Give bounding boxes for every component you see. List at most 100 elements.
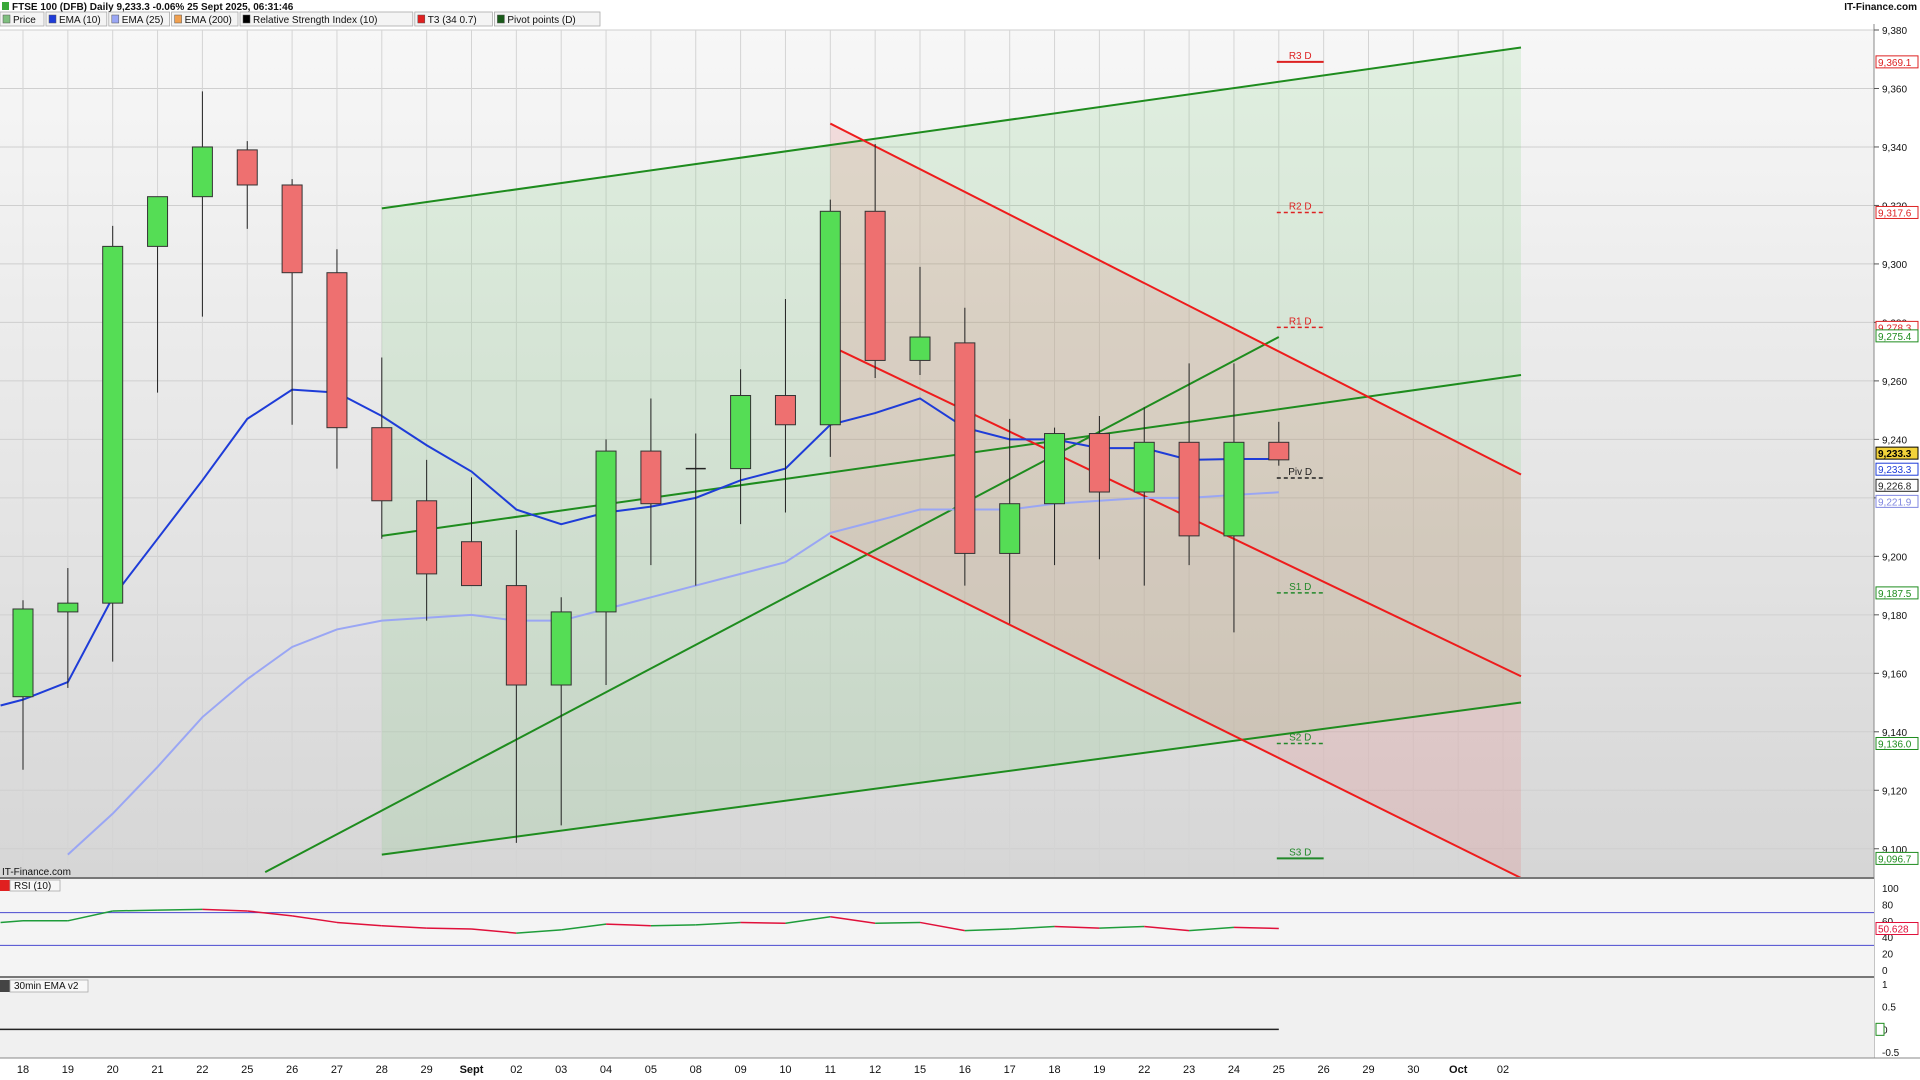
candle-body-up xyxy=(595,450,617,613)
time-axis-label: 21 xyxy=(151,1064,163,1076)
time-axis-label: 15 xyxy=(914,1064,926,1076)
rsi-title: RSI (10) xyxy=(14,881,51,892)
time-axis-label: 05 xyxy=(645,1064,657,1076)
price-tag-label: 9,369.1 xyxy=(1878,58,1912,69)
time-axis-label: 03 xyxy=(555,1064,567,1076)
candle-body-down xyxy=(236,149,258,186)
legend-label: EMA (200) xyxy=(185,15,232,26)
time-axis-label: 02 xyxy=(1497,1064,1509,1076)
candle-body-up xyxy=(909,336,931,361)
legend-swatch-icon xyxy=(417,14,426,24)
candle-body-up xyxy=(819,210,841,426)
time-axis-label: 18 xyxy=(1048,1064,1060,1076)
price-tag-label: 9,187.5 xyxy=(1878,589,1912,600)
ema30-value-marker xyxy=(1875,1022,1885,1036)
candle-body-up xyxy=(550,611,572,686)
legend-label: Pivot points (D) xyxy=(507,15,575,26)
candle xyxy=(954,307,976,586)
rsi-line-segment xyxy=(650,924,696,927)
candle-body-down xyxy=(1178,441,1200,537)
time-axis-label: Sept xyxy=(460,1064,484,1076)
price-tick-label: 9,240 xyxy=(1882,435,1907,446)
time-axis-label: 20 xyxy=(107,1064,119,1076)
time-axis-label: 09 xyxy=(734,1064,746,1076)
price-tag: 9,233.3 xyxy=(1875,462,1919,476)
time-axis-label: 17 xyxy=(1004,1064,1016,1076)
time-axis-label: 02 xyxy=(510,1064,522,1076)
candle-body-up xyxy=(102,245,124,604)
pivot-label: Piv D xyxy=(1288,467,1312,478)
time-axis-label: 23 xyxy=(1183,1064,1195,1076)
price-tick-label: 9,200 xyxy=(1882,552,1907,563)
time-axis-label: 25 xyxy=(241,1064,253,1076)
rsi-swatch-icon xyxy=(0,880,10,891)
ema30-tick-label: 0.5 xyxy=(1882,1003,1896,1014)
price-tag: 9,369.1 xyxy=(1875,55,1919,69)
ema30-title: 30min EMA v2 xyxy=(14,981,79,992)
rsi-tick-label: 80 xyxy=(1882,900,1894,911)
legend-label: T3 (34 0.7) xyxy=(428,15,477,26)
legend-label: Price xyxy=(13,15,36,26)
time-axis-label: 22 xyxy=(196,1064,208,1076)
time-axis-label: 26 xyxy=(286,1064,298,1076)
ema30-pane-background xyxy=(0,978,1874,1058)
price-tag: 9,275.4 xyxy=(1875,329,1919,343)
price-tick-label: 9,160 xyxy=(1882,669,1907,680)
time-axis-label: 12 xyxy=(869,1064,881,1076)
legend-swatch-icon xyxy=(242,14,251,24)
legend-swatch-icon xyxy=(48,14,57,24)
ema30-tick-label: -0.5 xyxy=(1882,1048,1900,1059)
price-tag-label: 9,275.4 xyxy=(1878,332,1912,343)
price-tag: 9,136.0 xyxy=(1875,736,1919,750)
legend-item: EMA (200) xyxy=(171,11,239,27)
price-tag-label: 9,136.0 xyxy=(1878,739,1912,750)
candle-body-down xyxy=(371,427,393,502)
rsi-tick-label: 20 xyxy=(1882,950,1894,961)
candle-body-down xyxy=(281,184,303,274)
price-tag: 9,221.9 xyxy=(1875,494,1919,508)
price-tag: 9,317.6 xyxy=(1875,205,1919,219)
legend-swatch-icon xyxy=(174,14,182,24)
pivot-label: S2 D xyxy=(1289,732,1311,743)
candle-body-down xyxy=(326,272,348,429)
time-axis-label: 29 xyxy=(421,1064,433,1076)
pivot-label: S1 D xyxy=(1289,582,1311,593)
candle-body-up xyxy=(1044,433,1066,505)
candle-body-down xyxy=(461,541,482,587)
price-tag: 9,096.7 xyxy=(1875,851,1919,865)
indicator-legend[interactable]: Price EMA (10) EMA (25) EMA (200) Relative S… xyxy=(0,11,601,27)
candle-body-up xyxy=(1133,441,1155,493)
candle-body-down xyxy=(640,450,662,505)
ema30-tick-label: 1 xyxy=(1882,980,1888,991)
watermark: IT-Finance.com xyxy=(2,867,71,878)
rsi-line-segment xyxy=(112,909,158,912)
candle-body-up xyxy=(147,196,169,247)
candle-body-up xyxy=(12,608,34,698)
legend-label: Relative Strength Index (10) xyxy=(253,15,378,26)
candle-body-down xyxy=(864,210,886,361)
chart-title: FTSE 100 (DFB) Daily 9,233.3 -0.06% 25 S… xyxy=(12,2,294,13)
candle-body-up xyxy=(730,395,752,470)
time-axis-label: Oct xyxy=(1449,1064,1468,1076)
time-axis-label: 24 xyxy=(1228,1064,1240,1076)
time-axis-label: 29 xyxy=(1362,1064,1374,1076)
rsi-line-segment xyxy=(740,921,786,925)
time-axis-label: 18 xyxy=(17,1064,29,1076)
rsi-pane-background xyxy=(0,878,1874,976)
legend-item: Price xyxy=(0,11,45,27)
pivot-label: S3 D xyxy=(1289,847,1311,858)
candle-body-up xyxy=(1223,441,1245,537)
candle xyxy=(102,225,124,662)
candle-body-up xyxy=(57,602,79,613)
price-tick-label: 9,340 xyxy=(1882,143,1907,154)
time-axis-label: 27 xyxy=(331,1064,343,1076)
time-axis-label: 28 xyxy=(376,1064,388,1076)
rsi-value-label: 50.628 xyxy=(1878,925,1909,936)
legend-item: EMA (25) xyxy=(108,11,171,27)
price-tag-label: 9,096.7 xyxy=(1878,854,1912,865)
rsi-line-segment xyxy=(157,908,203,911)
price-tag: 9,187.5 xyxy=(1875,586,1919,600)
rsi-tick-label: 100 xyxy=(1882,884,1899,895)
rsi-line-segment xyxy=(875,921,921,925)
time-axis-label: 30 xyxy=(1407,1064,1419,1076)
